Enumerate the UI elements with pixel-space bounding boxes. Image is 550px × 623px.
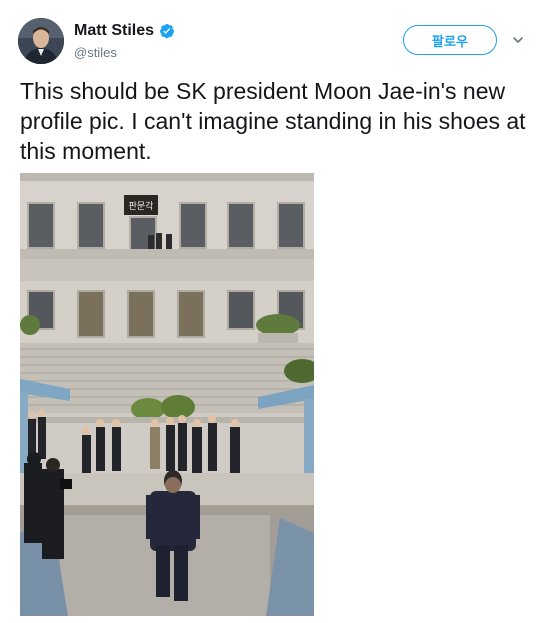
tweet-card: Matt Stiles @stiles 팔로우 This should be S… [0,0,550,623]
tweet-photo[interactable]: 판문각 [20,173,314,616]
author-handle[interactable]: @stiles [74,45,117,60]
chevron-down-icon[interactable] [511,33,525,47]
avatar[interactable] [18,18,64,64]
author-name-row: Matt Stiles [74,22,175,40]
tweet-text: This should be SK president Moon Jae-in'… [20,78,526,164]
verified-badge-icon [159,23,175,39]
author-display-name[interactable]: Matt Stiles [74,22,154,40]
follow-button[interactable]: 팔로우 [403,25,497,55]
avatar-image [18,18,64,64]
building-sign-text: 판문각 [129,200,154,212]
